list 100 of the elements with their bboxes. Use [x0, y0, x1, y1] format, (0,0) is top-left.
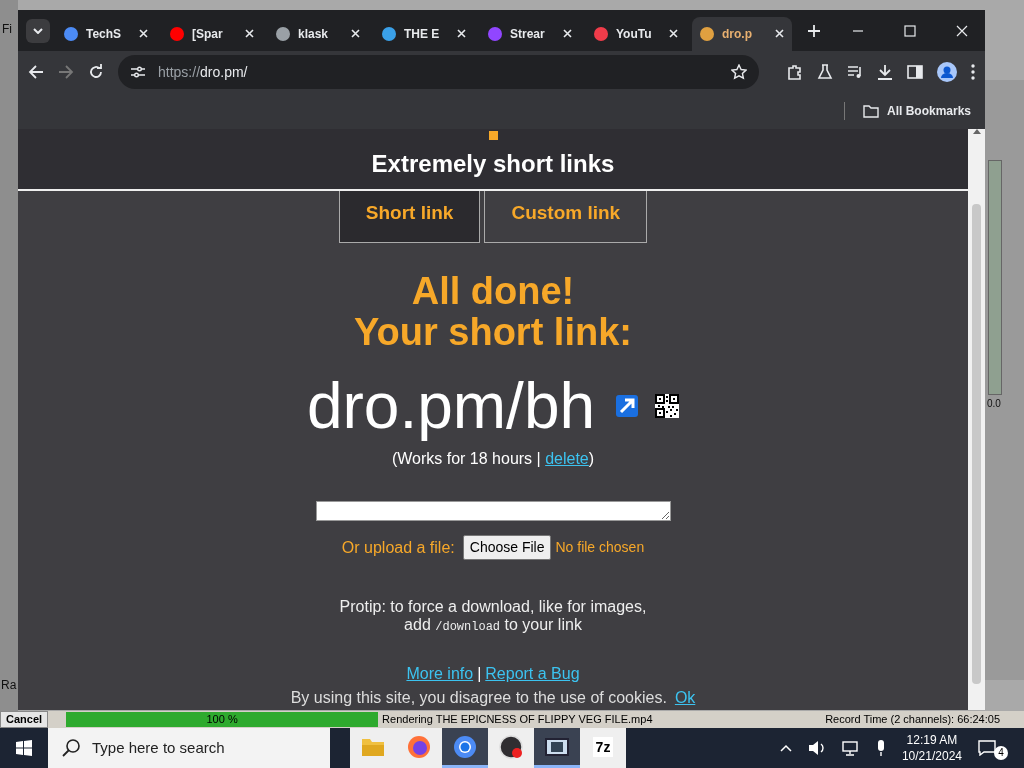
result-heading: All done!: [410, 270, 576, 312]
close-icon: [563, 29, 572, 38]
globe-icon: [407, 734, 431, 759]
scrollbar[interactable]: [968, 129, 985, 710]
profile-button[interactable]: [937, 62, 957, 82]
windows-icon: [16, 740, 32, 756]
new-tab-button[interactable]: [808, 24, 820, 37]
caret-icon: [33, 27, 43, 34]
clock[interactable]: 12:19 AM 10/21/2024: [901, 732, 962, 764]
tab-search-button[interactable]: [26, 18, 50, 43]
close-tab-button[interactable]: [457, 29, 466, 38]
notifications-button[interactable]: 4: [978, 736, 1008, 760]
mode-tab[interactable]: Custom link: [484, 191, 648, 243]
site-icon: [488, 26, 502, 41]
cancel-button[interactable]: Cancel: [0, 711, 49, 728]
upload-label: Or upload a file:: [341, 537, 455, 558]
folder-icon: [862, 104, 879, 118]
footer-link[interactable]: Report a Bug: [485, 662, 580, 686]
validity-note: (Works for 18 hours | delete): [391, 448, 595, 469]
link-separator: |: [477, 664, 482, 684]
mode-tab[interactable]: Short link: [338, 191, 481, 243]
taskbar-app[interactable]: [488, 728, 534, 768]
taskbar-app[interactable]: 7z: [580, 728, 626, 768]
close-tab-button[interactable]: [351, 29, 360, 38]
side-panel-button[interactable]: [907, 64, 923, 80]
download-icon: [877, 64, 893, 80]
footer-link[interactable]: More info: [406, 662, 474, 686]
close-icon: [956, 24, 968, 37]
up-arrow-icon: [972, 129, 981, 134]
plus-icon: [808, 24, 820, 37]
site-icon: [64, 26, 78, 41]
delete-link[interactable]: delete: [545, 449, 589, 467]
browser-tab[interactable]: YouTu: [586, 16, 686, 51]
result-heading: Your short link:: [354, 311, 632, 353]
close-tab-button[interactable]: [245, 29, 254, 38]
flask-icon: [817, 64, 833, 80]
site-icon: [382, 26, 396, 41]
site-icon: [594, 26, 608, 41]
film-icon: [545, 736, 569, 757]
short-link-text: dro.pm/bh: [306, 370, 596, 441]
panel-label: Ra: [1, 677, 17, 694]
browser-tab[interactable]: klask: [268, 16, 368, 51]
folder-icon: [361, 736, 385, 757]
microphone-button[interactable]: [875, 740, 886, 756]
text-input-field[interactable]: [315, 500, 671, 521]
browser-tab[interactable]: [Spar: [162, 16, 262, 51]
cookie-ok-link[interactable]: Ok: [674, 686, 696, 710]
downloads-button[interactable]: [877, 64, 893, 80]
show-hidden-icons-button[interactable]: [779, 744, 792, 752]
cookie-notice: By using this site, you disagree to the use of cookies.: [290, 688, 667, 708]
menu-button[interactable]: [971, 64, 975, 80]
media-button[interactable]: [847, 64, 863, 80]
labs-button[interactable]: [817, 64, 833, 80]
network-icon: [841, 740, 860, 756]
close-icon: [669, 29, 678, 38]
message-icon: [978, 740, 996, 756]
forward-button[interactable]: [58, 64, 74, 80]
close-tab-button[interactable]: [563, 29, 572, 38]
notification-count: 4: [994, 746, 1008, 760]
taskbar-app[interactable]: [534, 728, 580, 768]
close-tab-button[interactable]: [775, 29, 784, 38]
qr-code-button[interactable]: [655, 393, 680, 418]
external-link-icon: [615, 393, 640, 418]
browser-tab[interactable]: dro.p: [692, 16, 792, 51]
browser-tab[interactable]: THE E: [374, 16, 474, 51]
site-icon: [700, 26, 714, 41]
render-message: Rendering THE EPICNESS OF FLIPPY VEG FILE.mp4: [382, 712, 653, 728]
volume-button[interactable]: [807, 740, 826, 756]
back-button[interactable]: [28, 64, 44, 80]
taskbar-app[interactable]: [442, 728, 488, 768]
bookmark-button[interactable]: [731, 64, 747, 80]
site-title: Extremely short links: [371, 149, 615, 179]
close-icon: [775, 29, 784, 38]
close-icon: [139, 29, 148, 38]
search-icon: [62, 739, 80, 757]
close-icon: [457, 29, 466, 38]
browser-tab[interactable]: TechS: [56, 16, 156, 51]
archive-app-icon: 7z: [592, 736, 614, 757]
qr-code-icon: [655, 393, 680, 418]
record-time: Record Time (2 channels): 66:24:05: [825, 712, 1000, 728]
reload-button[interactable]: [88, 64, 104, 80]
site-icon: [170, 26, 184, 41]
address-bar[interactable]: https://dro.pm/: [118, 55, 759, 89]
open-link-button[interactable]: [615, 393, 640, 418]
extensions-button[interactable]: [787, 64, 803, 80]
network-button[interactable]: [841, 740, 860, 756]
microphone-icon: [875, 740, 886, 756]
close-tab-button[interactable]: [669, 29, 678, 38]
speaker-icon: [807, 740, 826, 756]
browser-tab[interactable]: Strear: [480, 16, 580, 51]
chevron-up-icon: [779, 744, 792, 752]
puzzle-icon: [787, 64, 803, 80]
close-tab-button[interactable]: [139, 29, 148, 38]
choose-file-button[interactable]: Choose File: [462, 535, 552, 560]
bookmarks-folder[interactable]: All Bookmarks: [862, 102, 971, 120]
search-field[interactable]: Type here to search: [48, 728, 330, 768]
url-text: https://dro.pm/: [158, 62, 249, 82]
record-icon: [499, 734, 523, 759]
taskbar-app[interactable]: [396, 728, 442, 768]
reload-icon: [88, 64, 104, 80]
